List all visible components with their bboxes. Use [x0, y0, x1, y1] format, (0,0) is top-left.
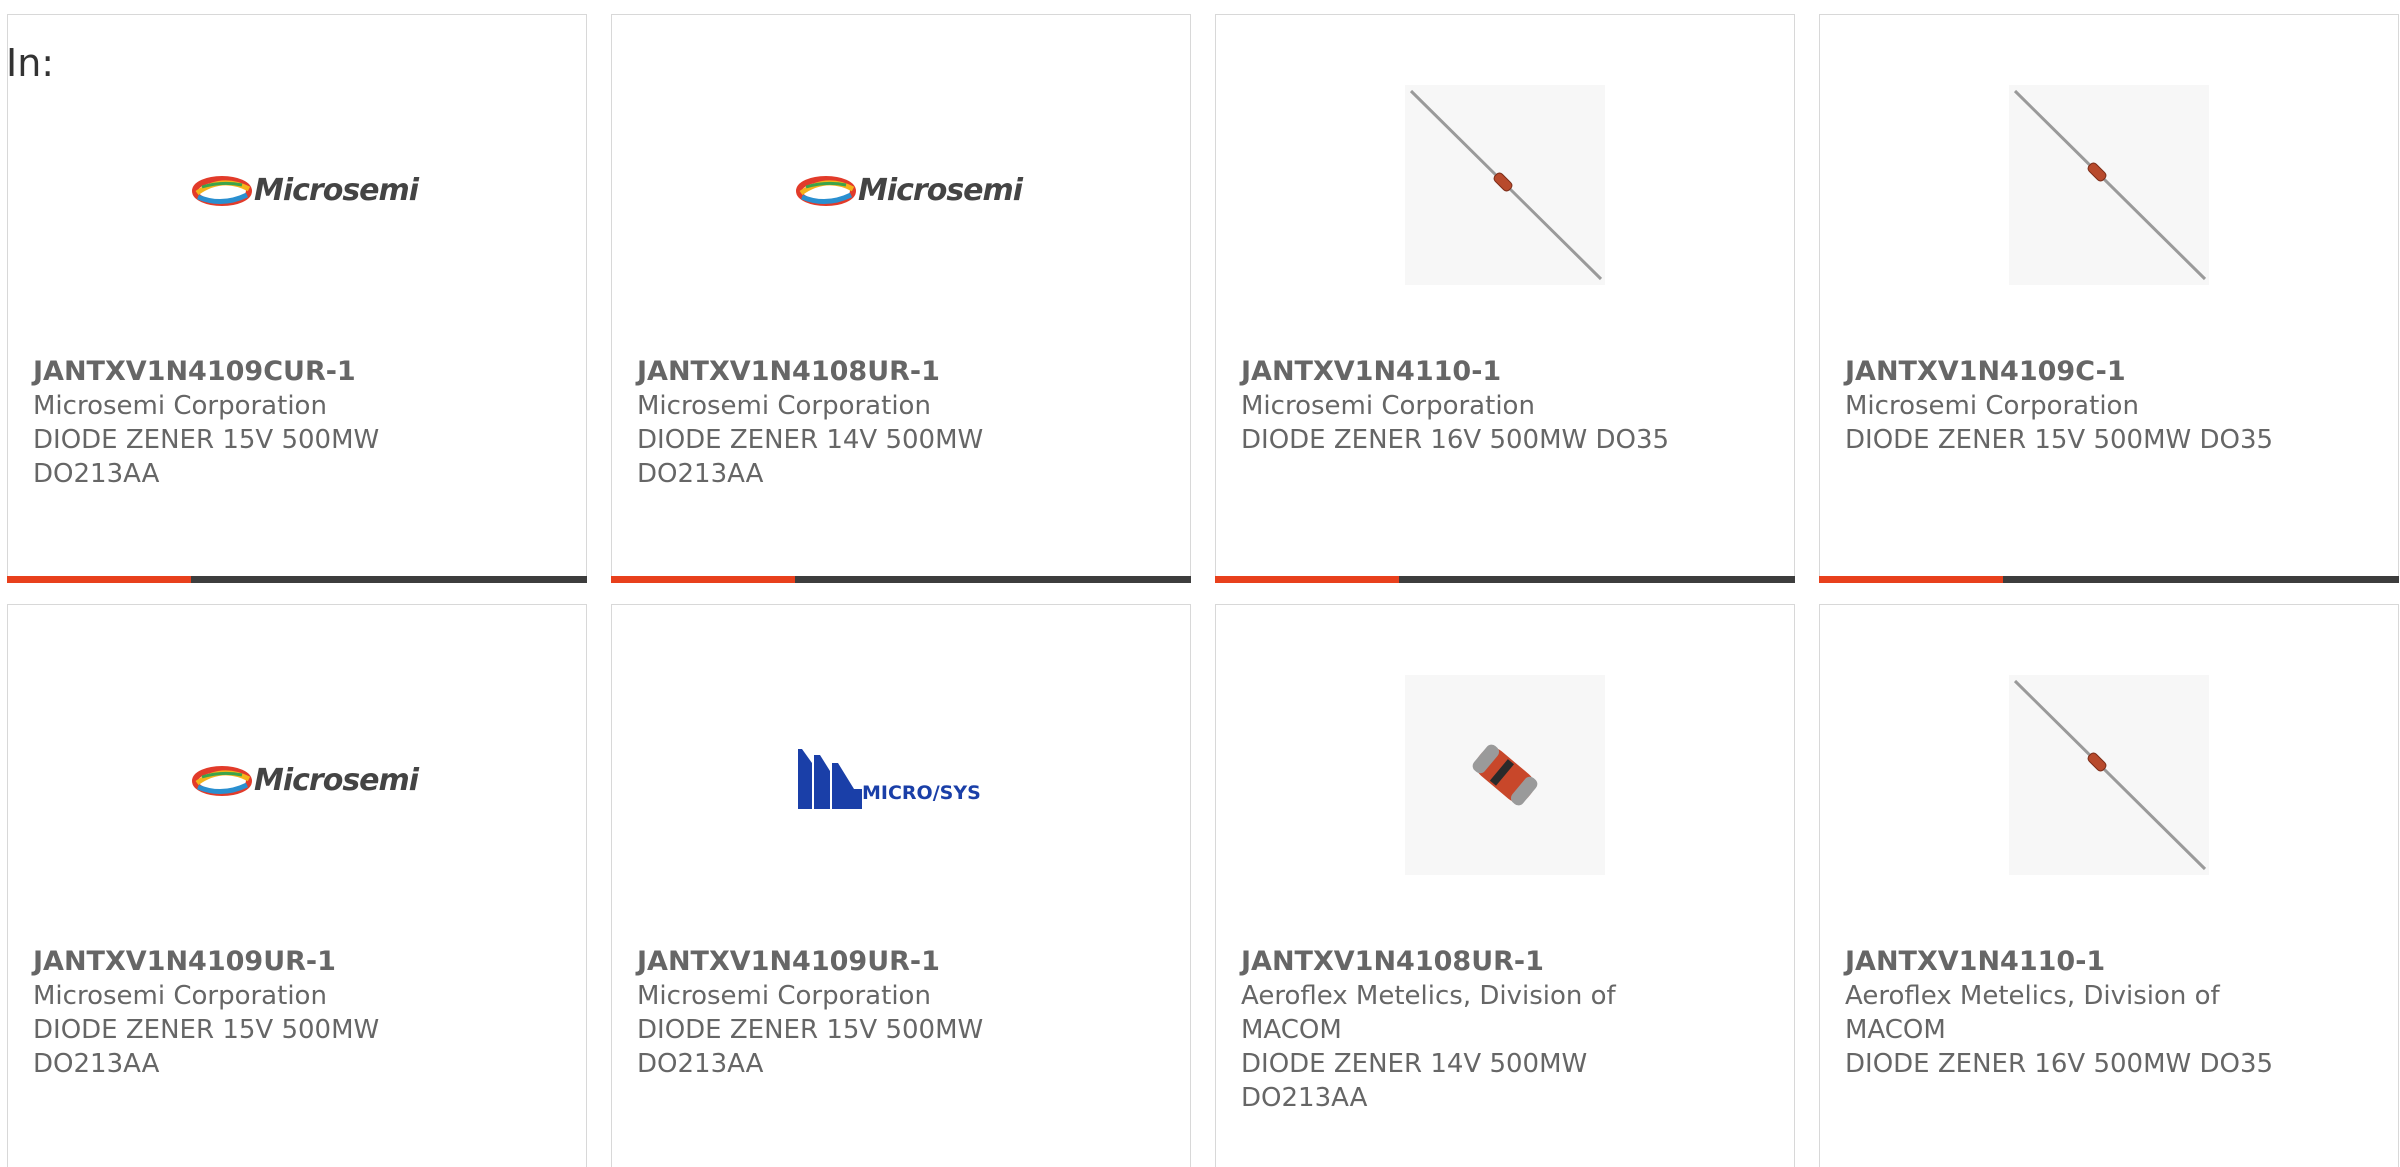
product-description: DIODE ZENER 14V 500MW DO213AA	[1241, 1049, 1588, 1113]
card-bar-accent	[1215, 576, 1399, 583]
manufacturer-name: Microsemi Corporation	[637, 981, 931, 1011]
product-card[interactable]: JANTXV1N4110-1 Microsemi Corporation DIO…	[1215, 14, 1795, 583]
product-card[interactable]: JANTXV1N4108UR-1 Aeroflex Metelics, Divi…	[1215, 604, 1795, 1167]
product-image[interactable]: MICRO/SYS	[798, 675, 1004, 875]
microsys-logo-icon: MICRO/SYS	[798, 749, 1004, 809]
product-info: JANTXV1N4108UR-1 Aeroflex Metelics, Divi…	[1241, 945, 1761, 1115]
product-info: JANTXV1N4109UR-1 Microsemi Corporation D…	[637, 945, 1157, 1081]
axial-diode-photo-icon	[2009, 85, 2209, 285]
product-card[interactable]: JANTXV1N4110-1 Aeroflex Metelics, Divisi…	[1819, 604, 2399, 1167]
product-description: DIODE ZENER 15V 500MW DO213AA	[33, 425, 380, 489]
manufacturer-name: Microsemi Corporation	[33, 391, 327, 421]
product-card[interactable]: JANTXV1N4109C-1 Microsemi Corporation DI…	[1819, 14, 2399, 583]
manufacturer-name: Microsemi Corporation	[637, 391, 931, 421]
product-image[interactable]	[1405, 85, 1605, 285]
microsemi-logo-icon: Microsemi	[796, 171, 1023, 211]
melf-diode-photo-icon	[1405, 675, 1605, 875]
microsemi-logo-icon: Microsemi	[192, 761, 419, 801]
part-number-link[interactable]: JANTXV1N4109C-1	[1845, 355, 2365, 389]
product-card[interactable]: Microsemi JANTXV1N4108UR-1 Microsemi Cor…	[611, 14, 1191, 583]
product-description: DIODE ZENER 15V 500MW DO213AA	[33, 1015, 380, 1079]
part-number-link[interactable]: JANTXV1N4109UR-1	[637, 945, 1157, 979]
product-info: JANTXV1N4109CUR-1 Microsemi Corporation …	[33, 355, 553, 491]
microsemi-logo-text: Microsemi	[254, 173, 419, 208]
product-info: JANTXV1N4109UR-1 Microsemi Corporation D…	[33, 945, 553, 1081]
card-bottom-bar	[611, 576, 1191, 583]
product-info: JANTXV1N4110-1 Microsemi Corporation DIO…	[1241, 355, 1761, 457]
microsemi-logo-icon: Microsemi	[192, 171, 419, 211]
microsemi-logo-text: Microsemi	[254, 763, 419, 798]
product-description: DIODE ZENER 14V 500MW DO213AA	[637, 425, 984, 489]
product-description: DIODE ZENER 16V 500MW DO35	[1845, 1049, 2274, 1079]
card-bar-accent	[611, 576, 795, 583]
product-image[interactable]	[2009, 675, 2209, 875]
product-image[interactable]	[1405, 675, 1605, 875]
filter-label: In:	[6, 41, 55, 85]
card-bottom-bar	[1819, 576, 2399, 583]
manufacturer-name: Microsemi Corporation	[33, 981, 327, 1011]
product-description: DIODE ZENER 16V 500MW DO35	[1241, 425, 1670, 455]
product-image[interactable]	[2009, 85, 2209, 285]
microsys-logo-text: MICRO/SYS	[862, 782, 981, 804]
microsemi-logo-text: Microsemi	[858, 173, 1023, 208]
product-image[interactable]: Microsemi	[796, 85, 1023, 285]
product-info: JANTXV1N4110-1 Aeroflex Metelics, Divisi…	[1845, 945, 2365, 1081]
manufacturer-name: Aeroflex Metelics, Division of MACOM	[1845, 981, 2220, 1045]
part-number-link[interactable]: JANTXV1N4108UR-1	[637, 355, 1157, 389]
manufacturer-name: Microsemi Corporation	[1845, 391, 2139, 421]
product-image[interactable]: Microsemi	[192, 675, 419, 875]
product-grid-row-2: Microsemi JANTXV1N4109UR-1 Microsemi Cor…	[7, 604, 2400, 1167]
manufacturer-name: Aeroflex Metelics, Division of MACOM	[1241, 981, 1616, 1045]
product-image[interactable]: Microsemi	[192, 85, 419, 285]
product-description: DIODE ZENER 15V 500MW DO213AA	[637, 1015, 984, 1079]
product-card[interactable]: MICRO/SYS JANTXV1N4109UR-1 Microsemi Cor…	[611, 604, 1191, 1167]
card-bottom-bar	[7, 576, 587, 583]
axial-diode-photo-icon	[2009, 675, 2209, 875]
card-bar-accent	[7, 576, 191, 583]
part-number-link[interactable]: JANTXV1N4109UR-1	[33, 945, 553, 979]
product-grid: Microsemi JANTXV1N4109CUR-1 Microsemi Co…	[7, 14, 2400, 583]
product-results-page: In: Microsemi JANTXV1N4109CUR-1 Microsem…	[0, 0, 2400, 1167]
product-info: JANTXV1N4109C-1 Microsemi Corporation DI…	[1845, 355, 2365, 457]
product-card[interactable]: Microsemi JANTXV1N4109UR-1 Microsemi Cor…	[7, 604, 587, 1167]
part-number-link[interactable]: JANTXV1N4110-1	[1845, 945, 2365, 979]
card-bottom-bar	[1215, 576, 1795, 583]
manufacturer-name: Microsemi Corporation	[1241, 391, 1535, 421]
part-number-link[interactable]: JANTXV1N4108UR-1	[1241, 945, 1761, 979]
product-description: DIODE ZENER 15V 500MW DO35	[1845, 425, 2274, 455]
card-bar-accent	[1819, 576, 2003, 583]
part-number-link[interactable]: JANTXV1N4109CUR-1	[33, 355, 553, 389]
part-number-link[interactable]: JANTXV1N4110-1	[1241, 355, 1761, 389]
axial-diode-photo-icon	[1405, 85, 1605, 285]
product-card[interactable]: Microsemi JANTXV1N4109CUR-1 Microsemi Co…	[7, 14, 587, 583]
product-info: JANTXV1N4108UR-1 Microsemi Corporation D…	[637, 355, 1157, 491]
